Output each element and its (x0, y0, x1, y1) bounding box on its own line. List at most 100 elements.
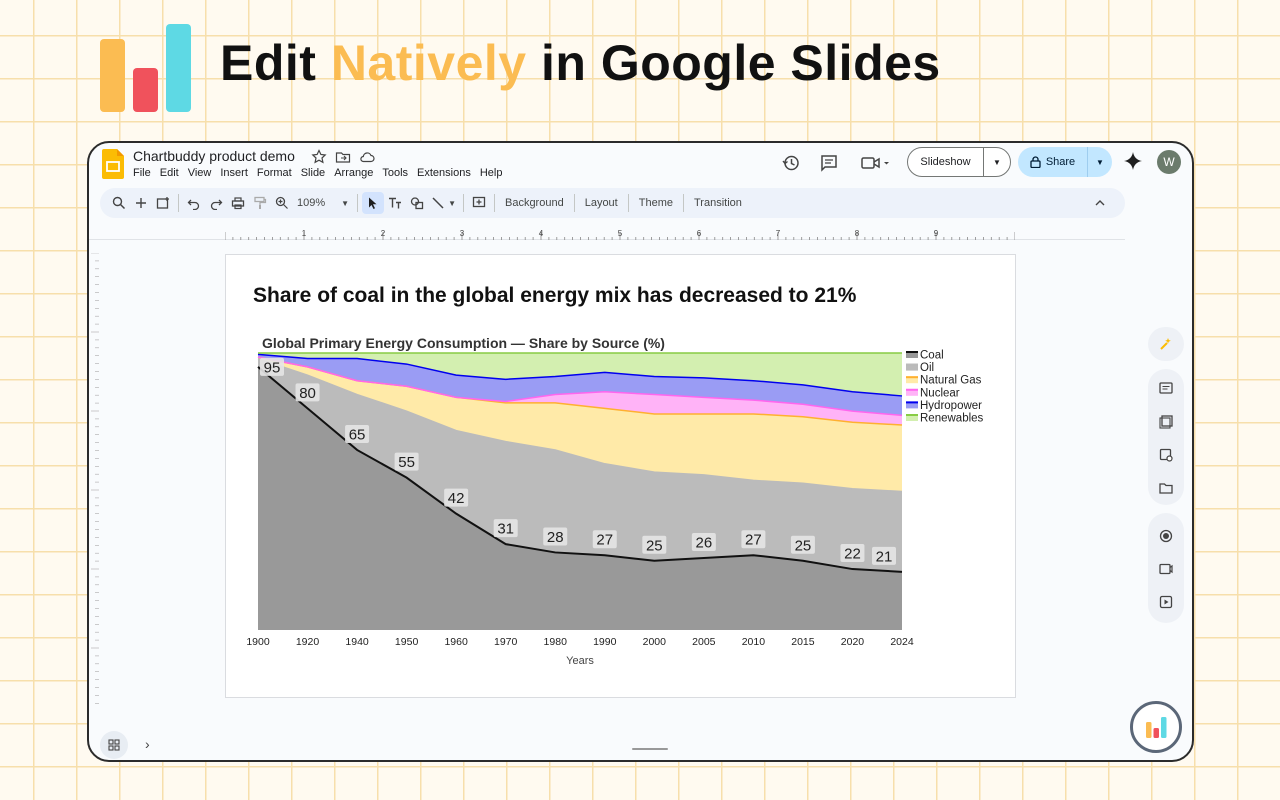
grid-view-icon[interactable] (100, 731, 128, 759)
menu-bar: File Edit View Insert Format Slide Arran… (133, 167, 502, 179)
data-label-text: 26 (696, 534, 713, 551)
ruler-number: 4 (539, 230, 544, 238)
zoom-icon[interactable] (271, 192, 293, 214)
select-tool-icon[interactable] (362, 192, 385, 214)
slideshow-button[interactable]: Slideshow ▼ (907, 147, 1011, 177)
legend-label: Oil (920, 362, 934, 374)
redo-icon[interactable] (205, 192, 227, 214)
legend-swatch-line (906, 376, 918, 379)
legend-label: Natural Gas (920, 375, 982, 387)
new-slide-layout-icon[interactable] (152, 192, 174, 214)
play-slides-icon[interactable] (1157, 593, 1175, 611)
chartbuddy-fab-icon (1146, 717, 1167, 738)
comments-icon[interactable] (818, 153, 840, 173)
data-label: 80 (295, 383, 320, 402)
hero-title: Edit Natively in Google Slides (220, 34, 941, 92)
legend-item[interactable]: Hydropower (906, 400, 982, 412)
data-label-text: 27 (745, 532, 762, 549)
menu-view[interactable]: View (188, 167, 212, 179)
x-tick-label: 2024 (890, 636, 914, 648)
ruler-number: 9 (934, 230, 939, 238)
legend-item[interactable]: Oil (906, 362, 934, 374)
horizontal-ruler[interactable]: 1 2 3 4 5 6 7 8 9 (225, 230, 1015, 240)
data-label-text: 80 (299, 385, 316, 402)
slides-app-window: Chartbuddy product demo File Edit View I… (87, 141, 1194, 762)
present-video-icon[interactable] (1157, 560, 1175, 578)
data-label-text: 55 (398, 454, 415, 471)
star-icon[interactable] (311, 149, 327, 165)
data-label-text: 95 (264, 359, 281, 376)
share-dropdown-icon[interactable]: ▼ (1088, 158, 1112, 167)
notes-resize-handle[interactable] (632, 748, 668, 750)
ruler-number: 8 (855, 230, 860, 238)
undo-icon[interactable] (183, 192, 205, 214)
user-avatar[interactable]: W (1157, 150, 1181, 174)
data-label: 65 (345, 424, 370, 443)
background-button[interactable]: Background (499, 192, 570, 214)
menu-edit[interactable]: Edit (160, 167, 179, 179)
legend-item[interactable]: Renewables (906, 413, 984, 425)
x-tick-label: 1960 (444, 636, 468, 648)
x-tick-label: 2010 (742, 636, 766, 648)
version-history-icon[interactable] (780, 153, 802, 173)
menu-slide[interactable]: Slide (301, 167, 325, 179)
cloud-status-icon[interactable] (359, 149, 375, 165)
tasks-icon[interactable] (1157, 446, 1175, 464)
menu-arrange[interactable]: Arrange (334, 167, 373, 179)
legend-item[interactable]: Coal (906, 350, 944, 362)
gemini-sparkle-icon[interactable] (1123, 151, 1143, 171)
drive-folder-icon[interactable] (1157, 479, 1175, 497)
slideshow-label: Slideshow (908, 148, 984, 176)
zoom-level-select[interactable]: 109% ▼ (293, 192, 353, 214)
collapse-toolbar-icon[interactable] (1089, 192, 1111, 214)
menu-help[interactable]: Help (480, 167, 503, 179)
toolbar: 109% ▼ ▼ Background Layout Theme Transiti… (100, 188, 1125, 218)
slideshow-dropdown-icon[interactable]: ▼ (984, 158, 1010, 167)
record-icon[interactable] (1157, 527, 1175, 545)
x-tick-label: 1970 (494, 636, 518, 648)
paint-format-icon[interactable] (249, 192, 271, 214)
menu-tools[interactable]: Tools (382, 167, 408, 179)
print-icon[interactable] (227, 192, 249, 214)
new-slide-icon[interactable] (130, 192, 152, 214)
line-icon[interactable]: ▼ (428, 192, 459, 214)
share-button[interactable]: Share ▼ (1018, 147, 1112, 177)
menu-file[interactable]: File (133, 167, 151, 179)
menu-insert[interactable]: Insert (220, 167, 248, 179)
insert-comment-icon[interactable] (468, 192, 490, 214)
x-tick-label: 1950 (395, 636, 419, 648)
x-axis-label: Years (566, 655, 594, 667)
text-box-icon[interactable] (384, 192, 406, 214)
legend-label: Nuclear (920, 387, 960, 399)
shape-icon[interactable] (406, 192, 428, 214)
data-label-text: 65 (349, 426, 366, 443)
x-tick-label: 2020 (841, 636, 865, 648)
google-slides-icon[interactable] (102, 149, 124, 179)
meet-video-icon[interactable] (859, 153, 893, 173)
data-label: 25 (642, 535, 667, 554)
chartbuddy-logo-icon (100, 24, 191, 112)
expand-filmstrip-icon[interactable]: › (145, 736, 150, 752)
transition-button[interactable]: Transition (688, 192, 748, 214)
menu-format[interactable]: Format (257, 167, 292, 179)
document-title[interactable]: Chartbuddy product demo (133, 148, 295, 164)
chartbuddy-addon-icon[interactable] (1157, 335, 1175, 353)
slide-canvas[interactable]: Share of coal in the global energy mix h… (225, 254, 1016, 698)
theme-button[interactable]: Theme (633, 192, 679, 214)
data-label-text: 25 (795, 537, 812, 554)
chartbuddy-fab-button[interactable] (1130, 701, 1182, 753)
search-menus-icon[interactable] (108, 192, 130, 214)
data-label: 22 (840, 544, 865, 563)
vertical-ruler[interactable] (89, 253, 99, 708)
layout-button[interactable]: Layout (579, 192, 624, 214)
x-tick-label: 2005 (692, 636, 716, 648)
legend-label: Coal (920, 350, 944, 362)
menu-extensions[interactable]: Extensions (417, 167, 471, 179)
move-folder-icon[interactable] (335, 149, 351, 165)
speaker-notes-icon[interactable] (1157, 379, 1175, 397)
data-label: 28 (543, 527, 568, 546)
legend-item[interactable]: Natural Gas (906, 375, 982, 387)
stacked-area-chart[interactable]: 95 80 65 55 42 31 28 27 25 26 27 25 22 21 1900 1920 1940… (226, 255, 1017, 699)
keep-icon[interactable] (1157, 413, 1175, 431)
legend-item[interactable]: Nuclear (906, 387, 960, 399)
